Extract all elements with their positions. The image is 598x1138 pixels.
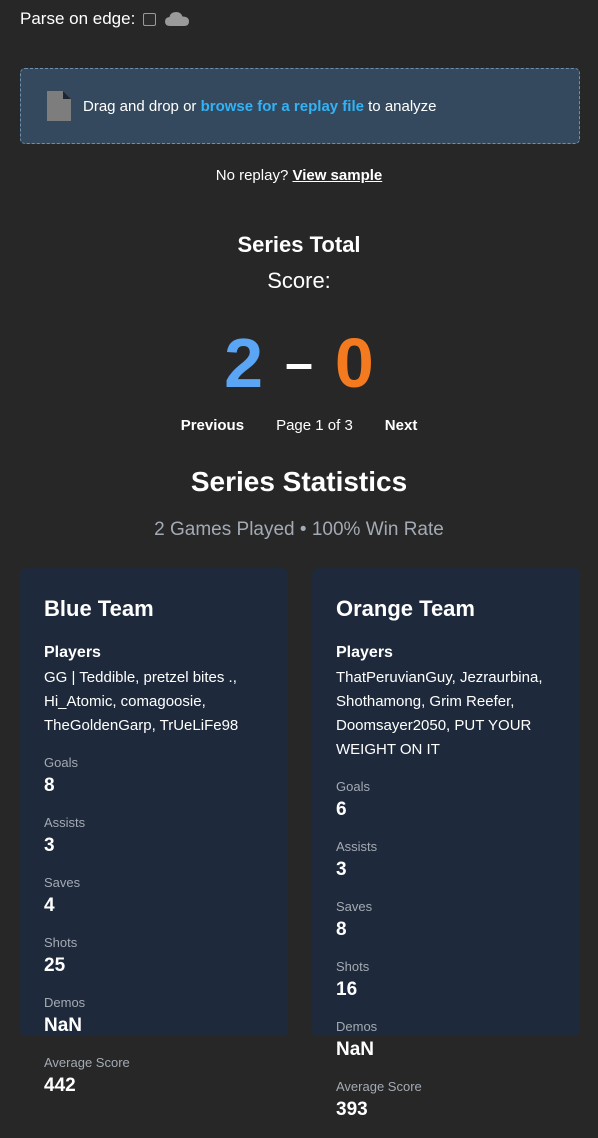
page-indicator: Page 1 of 3 (276, 416, 353, 434)
team-name: Orange Team (336, 596, 475, 621)
dropzone-prefix: Drag and drop or (83, 97, 201, 115)
stat-value: 8 (336, 919, 347, 940)
blue-team-card: Blue Team Players GG | Teddible, pretzel… (20, 568, 288, 1096)
stat-label: Shots (44, 935, 78, 950)
view-sample-link[interactable]: View sample (292, 167, 382, 184)
stat-value: 4 (44, 895, 55, 916)
assists-stat: Assists 3 (336, 838, 454, 884)
stat-label: Saves (336, 899, 373, 914)
no-replay-line: No replay? View sample (0, 167, 598, 184)
stat-label: Average Score (44, 1055, 130, 1070)
dropzone-text: Drag and drop or browse for a replay fil… (83, 98, 437, 115)
parse-on-edge-row: Parse on edge: (20, 8, 190, 30)
replay-dropzone[interactable]: Drag and drop or browse for a replay fil… (20, 68, 580, 144)
stat-label: Average Score (336, 1079, 422, 1094)
cloud-icon (164, 10, 190, 28)
stat-value: 3 (44, 835, 55, 856)
parse-on-edge-checkbox[interactable] (143, 12, 157, 26)
stat-label: Demos (44, 995, 86, 1010)
assists-stat: Assists 3 (44, 814, 162, 860)
stat-value: 393 (336, 1099, 368, 1120)
blue-score: 2 (224, 324, 264, 402)
score-separator: – (285, 335, 313, 391)
shots-stat: Shots 25 (44, 934, 162, 980)
stat-value: NaN (336, 1039, 375, 1060)
stat-label: Demos (336, 1019, 378, 1034)
stat-value: 25 (44, 955, 66, 976)
browse-replay-link[interactable]: browse for a replay file (201, 98, 364, 115)
stat-label: Assists (44, 815, 86, 830)
pagination: Previous Page 1 of 3 Next (0, 414, 598, 436)
stat-value: 3 (336, 859, 347, 880)
series-score: 2 – 0 (0, 318, 598, 408)
file-icon (45, 89, 73, 123)
demos-stat: Demos NaN (336, 1018, 556, 1064)
team-name: Blue Team (44, 596, 154, 621)
previous-button[interactable]: Previous (181, 417, 244, 434)
team-stats: Goals 6 Assists 3 Saves 8 Shots 16 Demos… (336, 778, 558, 1138)
stat-value: NaN (44, 1015, 83, 1036)
stat-value: 442 (44, 1075, 76, 1096)
orange-team-card: Orange Team Players ThatPeruvianGuy, Jez… (312, 568, 580, 1120)
players-list: GG | Teddible, pretzel bites ., Hi_Atomi… (44, 669, 239, 734)
goals-stat: Goals 8 (44, 754, 162, 800)
demos-stat: Demos NaN (44, 994, 264, 1040)
average-score-stat: Average Score 393 (336, 1078, 556, 1124)
saves-stat: Saves 8 (336, 898, 454, 944)
players-heading: Players (336, 644, 393, 661)
stat-label: Assists (336, 839, 378, 854)
no-replay-text: No replay? (215, 167, 293, 184)
stat-label: Goals (336, 779, 370, 794)
series-statistics-title: Series Statistics (190, 466, 408, 497)
stat-value: 6 (336, 799, 347, 820)
dropzone-suffix: to analyze (363, 97, 437, 115)
score-label: Score: (267, 268, 331, 293)
players-heading: Players (44, 644, 101, 661)
team-stats: Goals 8 Assists 3 Saves 4 Shots 25 Demos… (44, 754, 266, 1114)
stat-value: 16 (336, 979, 358, 1000)
stat-value: 8 (44, 775, 55, 796)
shots-stat: Shots 16 (336, 958, 454, 1004)
next-button[interactable]: Next (385, 417, 418, 434)
stat-label: Saves (44, 875, 81, 890)
saves-stat: Saves 4 (44, 874, 162, 920)
stat-label: Shots (336, 959, 370, 974)
goals-stat: Goals 6 (336, 778, 454, 824)
parse-on-edge-label: Parse on edge: (20, 9, 136, 28)
players-list: ThatPeruvianGuy, Jezraurbina, Shothamong… (336, 669, 543, 758)
orange-score: 0 (334, 324, 374, 402)
average-score-stat: Average Score 442 (44, 1054, 264, 1100)
series-total-title: Series Total (237, 232, 361, 257)
stat-label: Goals (44, 755, 78, 770)
series-statistics-subtitle: 2 Games Played • 100% Win Rate (154, 519, 444, 540)
